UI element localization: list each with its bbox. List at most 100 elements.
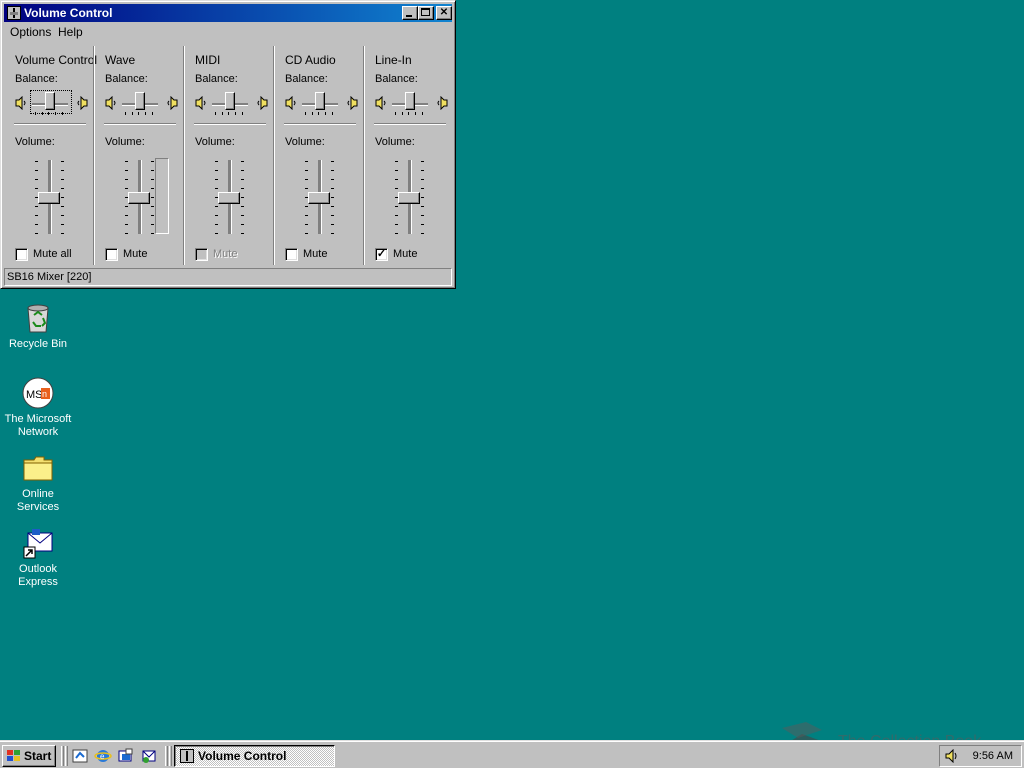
volume-slider-thumb[interactable] [38, 192, 60, 204]
volume-slider-thumb[interactable] [398, 192, 420, 204]
balance-tick [215, 112, 216, 115]
left-speaker-icon [285, 95, 298, 111]
menu-help[interactable]: Help [58, 25, 83, 39]
desktop-icon-outlook-express[interactable]: Outlook Express [0, 527, 76, 589]
balance-label: Balance: [285, 73, 328, 85]
volume-tick [35, 224, 38, 225]
volume-tick [151, 224, 154, 225]
volume-tick [61, 161, 64, 162]
volume-slider-thumb[interactable] [128, 192, 150, 204]
volume-tick [331, 170, 334, 171]
menu-options[interactable]: Options [10, 25, 51, 39]
balance-slider-thumb[interactable] [135, 92, 145, 110]
volume-tick [35, 215, 38, 216]
desktop-icon-label: Network [17, 426, 59, 438]
mute-checkbox[interactable] [15, 248, 28, 261]
volume-tick [151, 188, 154, 189]
volume-label: Volume: [15, 136, 55, 148]
volume-label: Volume: [195, 136, 235, 148]
volume-tick [395, 206, 398, 207]
volume-slider-thumb[interactable] [308, 192, 330, 204]
volume-tick [125, 188, 128, 189]
volume-tick [35, 206, 38, 207]
volume-label: Volume: [285, 136, 325, 148]
right-speaker-icon [255, 95, 268, 111]
volume-control-icon [180, 749, 194, 763]
volume-tick [331, 161, 334, 162]
volume-tick [125, 179, 128, 180]
internet-explorer-icon[interactable]: e [94, 748, 112, 764]
mixer-section-line-in: Line-In Balance: Volume: ✓ Mute [364, 45, 452, 265]
channels-icon[interactable] [117, 748, 135, 764]
volume-tick [61, 170, 64, 171]
volume-tick [331, 197, 334, 198]
speaker-icon[interactable] [944, 749, 960, 763]
volume-tick [241, 233, 244, 234]
volume-tick [331, 179, 334, 180]
volume-tick [61, 233, 64, 234]
section-separator [183, 46, 185, 265]
balance-tick [242, 112, 243, 115]
svg-text:n: n [42, 389, 47, 399]
mute-checkbox[interactable] [105, 248, 118, 261]
volume-tick [35, 161, 38, 162]
volume-tick [125, 215, 128, 216]
title-bar[interactable]: Volume Control ✕ [4, 4, 452, 22]
mute-label: Mute [303, 248, 328, 260]
balance-slider-thumb[interactable] [405, 92, 415, 110]
volume-tick [421, 170, 424, 171]
volume-tick [125, 233, 128, 234]
balance-tick [305, 112, 306, 115]
volume-tick [305, 233, 308, 234]
volume-tick [421, 224, 424, 225]
desktop-icon-msn[interactable]: MS n The Microsoft Network [0, 377, 76, 439]
right-speaker-icon [75, 95, 88, 111]
right-speaker-icon [165, 95, 178, 111]
balance-tick [318, 112, 319, 115]
balance-slider-thumb[interactable] [315, 92, 325, 110]
volume-tick [35, 233, 38, 234]
maximize-button[interactable] [418, 6, 434, 20]
balance-slider-thumb[interactable] [225, 92, 235, 110]
volume-tick [241, 224, 244, 225]
volume-tick [215, 188, 218, 189]
volume-tick [395, 161, 398, 162]
close-button[interactable]: ✕ [436, 6, 452, 20]
right-speaker-icon [435, 95, 448, 111]
volume-label: Volume: [105, 136, 145, 148]
volume-tick [305, 206, 308, 207]
mute-checkbox[interactable]: ✓ [375, 248, 388, 261]
recycle-bin-icon [22, 302, 54, 334]
volume-slider-thumb[interactable] [218, 192, 240, 204]
toolbar-separator [169, 746, 172, 766]
mute-checkbox[interactable] [285, 248, 298, 261]
left-speaker-icon [15, 95, 28, 111]
balance-tick [152, 112, 153, 115]
volume-control-app-icon[interactable] [7, 6, 21, 20]
outlook-icon[interactable] [140, 748, 158, 764]
volume-tick [35, 170, 38, 171]
section-title: CD Audio [285, 53, 336, 67]
mixer-section-wave: Wave Balance: Volume: Mute [94, 45, 182, 265]
volume-tick [395, 170, 398, 171]
balance-label: Balance: [15, 73, 58, 85]
mixer-panel: Volume Control Balance: Volume: Mute all Wav… [4, 42, 452, 267]
desktop-icon-online-services[interactable]: Online Services [0, 452, 76, 514]
desktop-icon-recycle-bin[interactable]: Recycle Bin [0, 302, 76, 351]
toolbar-separator [61, 746, 64, 766]
balance-label: Balance: [375, 73, 418, 85]
minimize-button[interactable] [402, 6, 418, 20]
volume-tick [151, 161, 154, 162]
volume-tick [215, 179, 218, 180]
taskbar-button-volume-control[interactable]: Volume Control [174, 745, 335, 767]
clock[interactable]: 9:56 AM [973, 750, 1013, 762]
show-desktop-icon[interactable] [71, 748, 89, 764]
status-text: SB16 Mixer [220] [7, 271, 92, 283]
volume-tick [61, 224, 64, 225]
taskbar: Start e Volume Control 9:56 AM [0, 740, 1024, 768]
start-button[interactable]: Start [2, 745, 56, 767]
balance-tick [145, 112, 146, 115]
volume-tick [305, 215, 308, 216]
balance-tick [395, 112, 396, 115]
section-separator [363, 46, 365, 265]
